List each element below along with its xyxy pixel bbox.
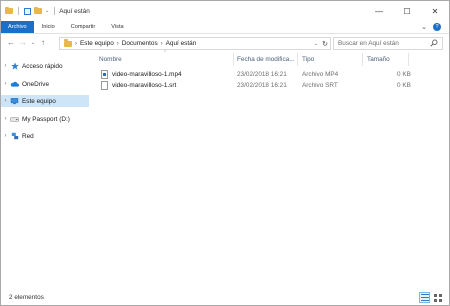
- customize-toolbar-icon[interactable]: ⌄: [45, 8, 49, 14]
- file-size: 0 KB: [397, 82, 411, 89]
- expand-chevron-icon[interactable]: ›: [1, 116, 10, 122]
- view-switcher: [419, 292, 443, 303]
- new-folder-icon[interactable]: [34, 6, 42, 14]
- breadcrumb-separator[interactable]: ›: [161, 41, 163, 47]
- file-row[interactable]: video-maravilloso-1.mp4 23/02/2018 16:21…: [99, 69, 449, 80]
- tab-compartir[interactable]: Compartir: [63, 21, 104, 33]
- file-row[interactable]: video-maravilloso-1.srt 23/02/2018 16:21…: [99, 80, 449, 91]
- quick-access-toolbar: ⌄: [1, 6, 57, 15]
- forward-button[interactable]: →: [17, 36, 29, 50]
- drive-icon: [10, 115, 19, 123]
- breadcrumb-separator: ›: [75, 40, 77, 47]
- expand-chevron-icon[interactable]: ›: [1, 81, 10, 87]
- status-bar: 2 elementos: [1, 289, 449, 306]
- sidebar-item-label: Acceso rápido: [22, 62, 63, 70]
- minimize-button[interactable]: —: [365, 1, 393, 21]
- tab-inicio[interactable]: Inicio: [34, 21, 63, 33]
- network-icon: [10, 132, 19, 140]
- video-file-icon: [101, 70, 108, 79]
- column-divider[interactable]: [362, 53, 363, 66]
- file-name-cell: video-maravilloso-1.srt: [101, 80, 176, 91]
- breadcrumb-documentos[interactable]: Documentos: [122, 40, 158, 47]
- sidebar-item-onedrive[interactable]: › OneDrive: [1, 78, 89, 90]
- folder-icon: [5, 6, 13, 14]
- sidebar-item-label: Red: [22, 132, 34, 140]
- computer-icon: [10, 97, 19, 105]
- sidebar-item-label: My Passport (D:): [22, 115, 70, 123]
- cloud-icon: [10, 80, 19, 88]
- large-icons-view-button[interactable]: [432, 292, 443, 303]
- column-divider[interactable]: [233, 53, 234, 66]
- folder-icon: [64, 39, 72, 47]
- sidebar-item-label: Este equipo: [22, 97, 56, 105]
- large-icons-view-icon: [433, 293, 442, 302]
- refresh-icon[interactable]: ↻: [322, 38, 328, 49]
- window-controls: — ☐ ✕: [365, 1, 449, 21]
- sidebar-item-my-passport[interactable]: › My Passport (D:): [1, 113, 89, 125]
- navigation-pane: › Acceso rápido › OneDrive › Este equipo…: [1, 53, 91, 288]
- recent-locations-button[interactable]: ⌄: [29, 36, 37, 50]
- column-divider[interactable]: [408, 53, 409, 66]
- details-view-button[interactable]: [419, 292, 430, 303]
- address-dropdown-icon[interactable]: ⌄: [314, 38, 318, 49]
- breadcrumb-separator[interactable]: ›: [117, 41, 119, 47]
- sort-indicator-icon: ⌃: [163, 50, 168, 56]
- file-explorer-window: ⌄ Aquí están — ☐ ✕ Archivo Inicio Compar…: [0, 0, 450, 306]
- column-divider[interactable]: [297, 53, 298, 66]
- help-icon[interactable]: ?: [433, 23, 441, 31]
- file-name: video-maravilloso-1.mp4: [112, 71, 182, 78]
- sidebar-item-label: OneDrive: [22, 80, 49, 88]
- breadcrumb-aqui-estan[interactable]: Aquí están: [166, 40, 197, 47]
- file-date: 23/02/2018 16:21: [237, 82, 287, 89]
- file-name-cell: video-maravilloso-1.mp4: [101, 69, 182, 80]
- search-icon[interactable]: [430, 39, 438, 47]
- address-row: ← → ⌄ ↑ › Este equipo › Documentos › Aqu…: [1, 33, 449, 51]
- file-type: Archivo SRT: [302, 82, 338, 89]
- close-button[interactable]: ✕: [421, 1, 449, 21]
- tab-archivo[interactable]: Archivo: [1, 21, 34, 33]
- details-view-icon: [420, 294, 429, 301]
- up-button[interactable]: ↑: [37, 36, 49, 50]
- file-size: 0 KB: [397, 71, 411, 78]
- file-list: ⌃ Nombre Fecha de modifica... Tipo Tamañ…: [93, 50, 449, 288]
- sidebar-item-red[interactable]: › Red: [1, 130, 89, 142]
- ribbon-tabs: Archivo Inicio Compartir Vista ⌄ ?: [1, 21, 449, 33]
- expand-chevron-icon[interactable]: ›: [1, 98, 10, 104]
- item-count: 2 elementos: [9, 294, 44, 301]
- search-placeholder: Buscar en Aquí están: [338, 40, 399, 47]
- properties-icon[interactable]: [24, 7, 31, 15]
- title-bar: ⌄ Aquí están — ☐ ✕: [1, 1, 449, 21]
- expand-chevron-icon[interactable]: ›: [1, 63, 10, 69]
- column-header-size[interactable]: Tamaño: [367, 53, 390, 66]
- tab-vista[interactable]: Vista: [103, 21, 131, 33]
- back-button[interactable]: ←: [5, 36, 17, 50]
- star-icon: [10, 62, 19, 70]
- search-input[interactable]: Buscar en Aquí están: [333, 37, 443, 50]
- window-title: Aquí están: [59, 7, 90, 15]
- ribbon-right: ⌄ ?: [421, 21, 449, 33]
- text-file-icon: [101, 81, 108, 90]
- column-header-name[interactable]: Nombre: [99, 53, 122, 66]
- sidebar-item-este-equipo[interactable]: › Este equipo: [1, 95, 89, 107]
- breadcrumb-este-equipo[interactable]: Este equipo: [80, 40, 114, 47]
- maximize-button[interactable]: ☐: [393, 1, 421, 21]
- separator: [54, 7, 56, 15]
- separator: [18, 7, 19, 15]
- expand-ribbon-icon[interactable]: ⌄: [421, 23, 427, 31]
- file-type: Archivo MP4: [302, 71, 339, 78]
- sidebar-item-acceso-rapido[interactable]: › Acceso rápido: [1, 60, 89, 72]
- column-header-type[interactable]: Tipo: [302, 53, 314, 66]
- file-name: video-maravilloso-1.srt: [112, 82, 177, 89]
- address-bar[interactable]: › Este equipo › Documentos › Aquí están …: [59, 37, 331, 50]
- expand-chevron-icon[interactable]: ›: [1, 133, 10, 139]
- file-date: 23/02/2018 16:21: [237, 71, 287, 78]
- column-header-date[interactable]: Fecha de modifica...: [237, 53, 295, 66]
